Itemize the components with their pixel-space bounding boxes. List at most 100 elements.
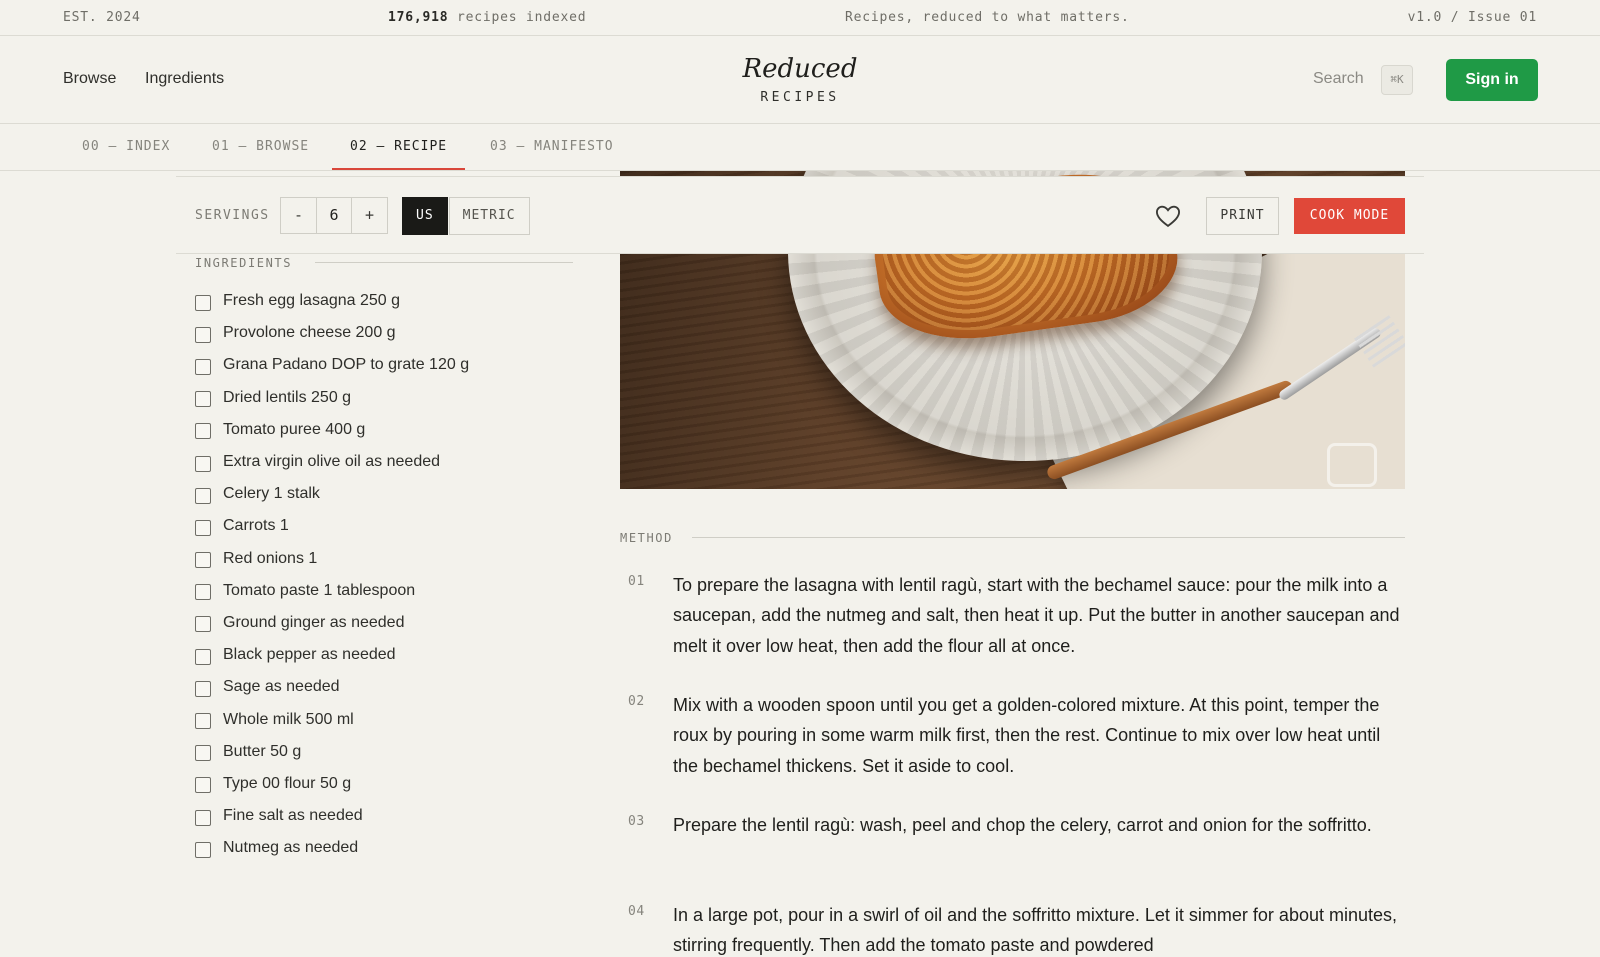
ingredient-item[interactable]: Red onions 1 xyxy=(195,543,595,575)
ingredient-item[interactable]: Tomato puree 400 g xyxy=(195,414,595,446)
ingredient-checkbox[interactable] xyxy=(195,745,211,762)
ingredient-checkbox[interactable] xyxy=(195,487,211,504)
ingredient-label: Whole milk 500 ml xyxy=(223,710,354,728)
ingredient-item[interactable]: Extra virgin olive oil as needed xyxy=(195,446,595,478)
ingredient-label: Dried lentils 250 g xyxy=(223,388,352,406)
ingredient-item[interactable]: Sage as needed xyxy=(195,671,595,703)
method-heading: METHOD xyxy=(620,529,1405,545)
print-button[interactable]: PRINT xyxy=(1206,197,1279,235)
ingredient-label: Butter 50 g xyxy=(223,742,302,760)
servings-stepper: - 6 + xyxy=(280,197,388,234)
recipe-count-number: 176,918 xyxy=(388,10,449,25)
watermark-logo xyxy=(1327,443,1377,487)
ingredient-checkbox[interactable] xyxy=(195,616,211,633)
method-title: METHOD xyxy=(620,531,683,545)
ingredient-item[interactable]: Ground ginger as needed xyxy=(195,607,595,639)
ingredient-label: Black pepper as needed xyxy=(223,646,396,664)
servings-value[interactable]: 6 xyxy=(316,198,352,233)
divider xyxy=(692,537,1405,538)
site-logo[interactable]: Reduced RECIPES xyxy=(700,54,900,105)
step-number: 04 xyxy=(628,904,645,919)
ingredient-label: Tomato paste 1 tablespoon xyxy=(223,581,416,599)
version-label: v1.0 / Issue 01 xyxy=(1407,10,1537,25)
step-number: 01 xyxy=(628,574,645,589)
ingredient-checkbox[interactable] xyxy=(195,294,211,311)
ingredient-checkbox[interactable] xyxy=(195,552,211,569)
ingredient-checkbox[interactable] xyxy=(195,455,211,472)
ingredient-list: Fresh egg lasagna 250 g Provolone cheese … xyxy=(195,285,595,864)
ingredient-checkbox[interactable] xyxy=(195,326,211,343)
ingredient-label: Sage as needed xyxy=(223,678,340,696)
ingredient-item[interactable]: Type 00 flour 50 g xyxy=(195,768,595,800)
step-number: 03 xyxy=(628,814,645,829)
ingredient-label: Type 00 flour 50 g xyxy=(223,774,352,792)
top-info-bar: EST. 2024 176,918 recipes indexed Recipe… xyxy=(0,0,1600,36)
ingredient-checkbox[interactable] xyxy=(195,777,211,794)
heart-icon[interactable] xyxy=(1154,202,1182,230)
ingredient-label: Carrots 1 xyxy=(223,517,289,535)
ingredient-item[interactable]: Provolone cheese 200 g xyxy=(195,317,595,349)
servings-increment-button[interactable]: + xyxy=(352,198,387,233)
ingredient-label: Red onions 1 xyxy=(223,549,318,567)
ingredient-checkbox[interactable] xyxy=(195,680,211,697)
servings-decrement-button[interactable]: - xyxy=(281,198,316,233)
step-text: Mix with a wooden spoon until you get a … xyxy=(673,695,1381,776)
ingredient-item[interactable]: Black pepper as needed xyxy=(195,639,595,671)
section-tabs: 00 — INDEX 01 — BROWSE 02 — RECIPE 03 — … xyxy=(0,124,1600,171)
ingredient-item[interactable]: Tomato paste 1 tablespoon xyxy=(195,575,595,607)
ingredient-item[interactable]: Fine salt as needed xyxy=(195,800,595,832)
ingredient-label: Grana Padano DOP to grate 120 g xyxy=(223,356,470,374)
logo-subtitle: RECIPES xyxy=(760,90,840,105)
ingredient-checkbox[interactable] xyxy=(195,713,211,730)
established-label: EST. 2024 xyxy=(63,10,141,25)
step-text: Prepare the lentil ragù: wash, peel and … xyxy=(673,815,1372,835)
site-header: Browse Ingredients Reduced RECIPES Searc… xyxy=(0,36,1600,124)
ingredient-label: Extra virgin olive oil as needed xyxy=(223,453,441,471)
ingredient-item[interactable]: Nutmeg as needed xyxy=(195,832,595,864)
ingredient-item[interactable]: Celery 1 stalk xyxy=(195,478,595,510)
divider xyxy=(315,262,573,263)
logo-wordmark: Reduced xyxy=(742,54,858,84)
tab-recipe[interactable]: 02 — RECIPE xyxy=(332,124,466,170)
recipe-toolbar: SERVINGS - 6 + US METRIC PRINT COOK MODE xyxy=(176,176,1424,254)
ingredient-item[interactable]: Fresh egg lasagna 250 g xyxy=(195,285,595,317)
ingredient-label: Tomato puree 400 g xyxy=(223,420,366,438)
ingredient-label: Provolone cheese 200 g xyxy=(223,324,396,342)
cook-mode-button[interactable]: COOK MODE xyxy=(1294,198,1405,234)
command-key-icon: ⌘K xyxy=(1381,65,1413,95)
nav-browse-link[interactable]: Browse xyxy=(63,70,116,88)
ingredient-checkbox[interactable] xyxy=(195,584,211,601)
ingredient-item[interactable]: Grana Padano DOP to grate 120 g xyxy=(195,349,595,381)
ingredients-heading: INGREDIENTS xyxy=(195,254,573,270)
ingredient-checkbox[interactable] xyxy=(195,809,211,826)
sign-in-button[interactable]: Sign in xyxy=(1446,59,1538,101)
ingredient-item[interactable]: Carrots 1 xyxy=(195,510,595,542)
recipe-count: 176,918 recipes indexed xyxy=(388,10,586,25)
ingredient-item[interactable]: Butter 50 g xyxy=(195,736,595,768)
ingredient-label: Ground ginger as needed xyxy=(223,613,405,631)
ingredient-label: Fine salt as needed xyxy=(223,807,363,825)
search-button[interactable]: Search xyxy=(1313,70,1364,88)
ingredient-item[interactable]: Whole milk 500 ml xyxy=(195,703,595,735)
tab-browse[interactable]: 01 — BROWSE xyxy=(194,124,327,170)
ingredient-label: Celery 1 stalk xyxy=(223,485,320,503)
ingredient-checkbox[interactable] xyxy=(195,391,211,408)
ingredient-label: Nutmeg as needed xyxy=(223,839,359,857)
unit-us-button[interactable]: US xyxy=(402,197,448,235)
ingredient-label: Fresh egg lasagna 250 g xyxy=(223,292,401,310)
recipe-count-suffix: recipes indexed xyxy=(448,10,587,25)
ingredient-checkbox[interactable] xyxy=(195,519,211,536)
ingredient-checkbox[interactable] xyxy=(195,358,211,375)
tab-manifesto[interactable]: 03 — MANIFESTO xyxy=(472,124,632,170)
ingredient-item[interactable]: Dried lentils 250 g xyxy=(195,382,595,414)
ingredient-checkbox[interactable] xyxy=(195,648,211,665)
unit-metric-button[interactable]: METRIC xyxy=(448,197,530,235)
nav-ingredients-link[interactable]: Ingredients xyxy=(145,70,224,88)
site-tagline: Recipes, reduced to what matters. xyxy=(845,10,1130,25)
ingredients-title: INGREDIENTS xyxy=(195,256,303,270)
step-text: In a large pot, pour in a swirl of oil a… xyxy=(673,905,1397,956)
step-text: To prepare the lasagna with lentil ragù,… xyxy=(673,575,1400,656)
ingredient-checkbox[interactable] xyxy=(195,423,211,440)
ingredient-checkbox[interactable] xyxy=(195,841,211,858)
tab-index[interactable]: 00 — INDEX xyxy=(64,124,188,170)
